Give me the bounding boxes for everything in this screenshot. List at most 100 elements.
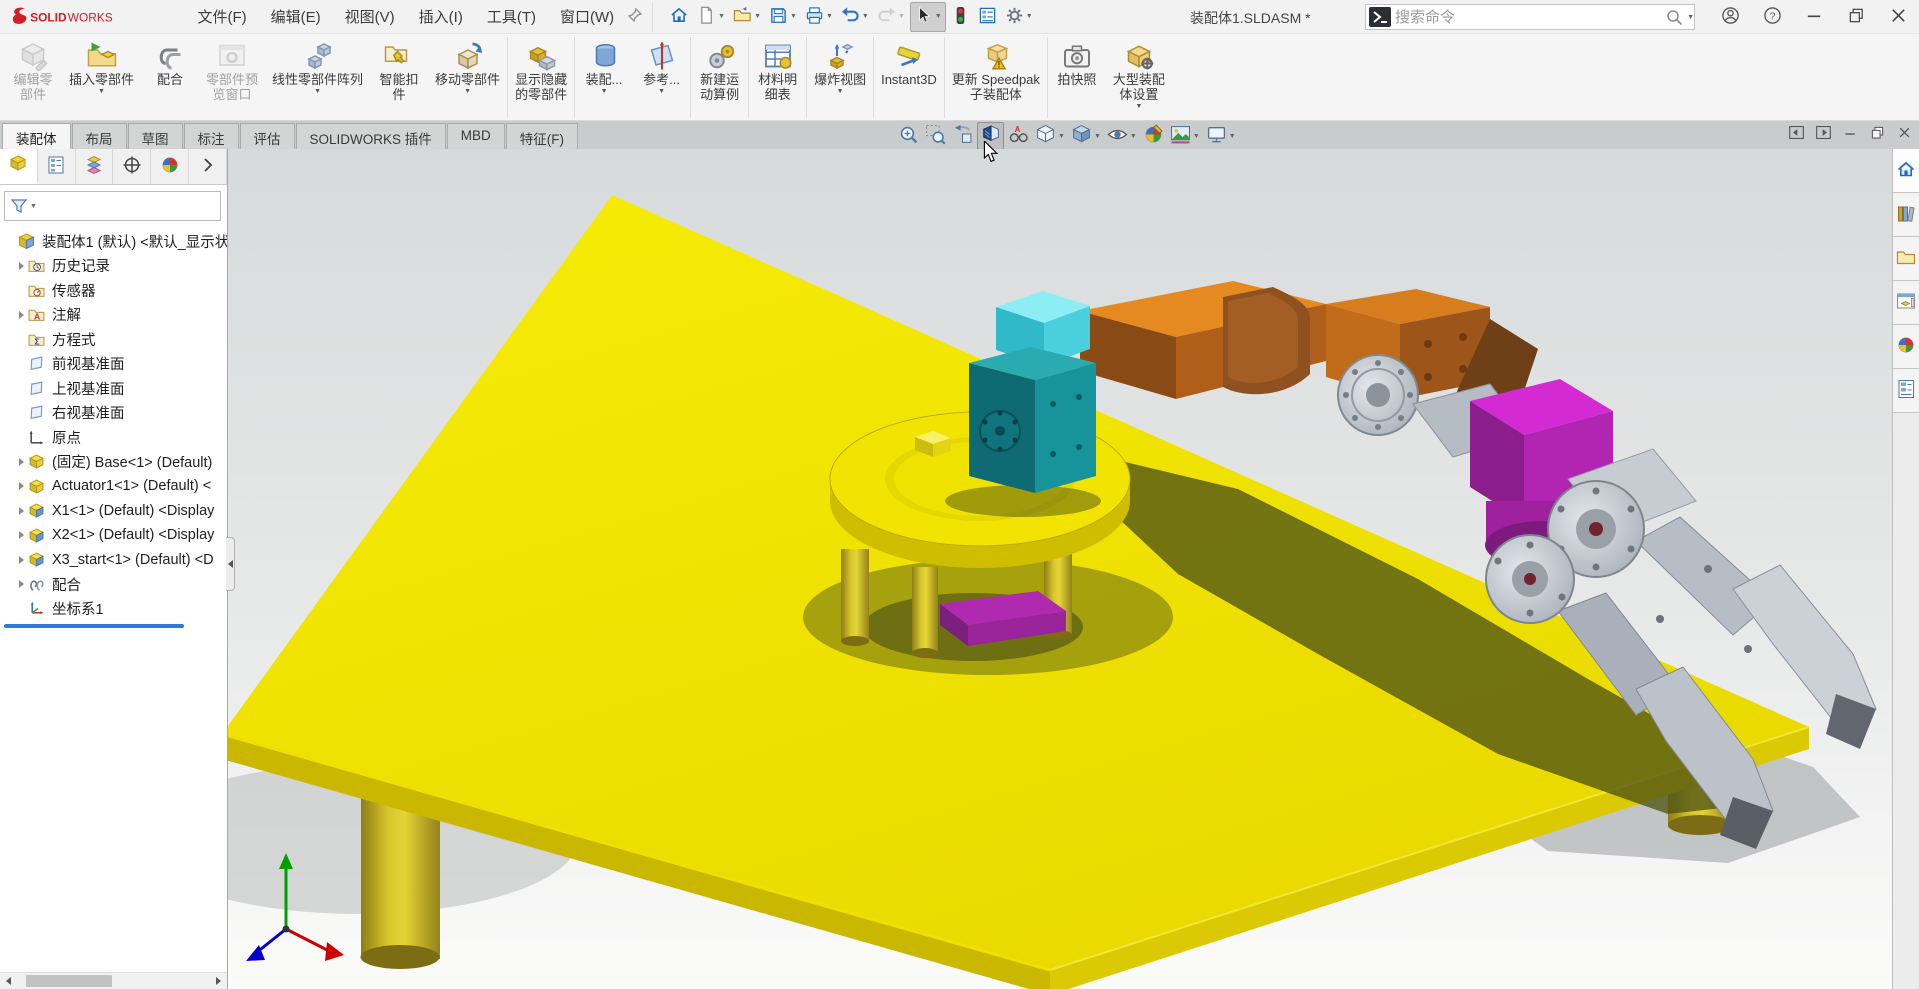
tree-filter[interactable]: ▼ [4, 191, 221, 221]
dropdown-arrow-icon[interactable]: ▼ [754, 13, 761, 20]
filter-input[interactable] [37, 199, 220, 214]
restore-button[interactable] [1835, 0, 1877, 34]
hide-show-items-button[interactable]: ▼ [1105, 123, 1139, 149]
tree-item-x3-start-1-default-d[interactable]: X3_start<1> (Default) <D [0, 548, 227, 573]
rebuild-traffic-light-button[interactable] [948, 3, 973, 31]
ribbon-instant3d-button[interactable]: Instant3D [874, 37, 945, 118]
taskpane-appearances-button[interactable] [1893, 325, 1919, 369]
taskpane-file-explorer-button[interactable] [1893, 237, 1919, 281]
tab-4[interactable]: 标注 [184, 123, 239, 149]
scroll-thumb[interactable] [26, 975, 112, 987]
ribbon-smart-fasteners-button[interactable]: 智能扣件 [370, 37, 428, 118]
dropdown-arrow-icon[interactable]: ▼ [1094, 133, 1101, 140]
taskpane-design-library-button[interactable] [1893, 193, 1919, 237]
tree-item-row-3[interactable]: A注解 [0, 303, 227, 328]
menu-item-1[interactable]: 文件(F) [188, 2, 257, 31]
dropdown-arrow-icon[interactable]: ▼ [790, 13, 797, 20]
dropdown-arrow-icon[interactable]: ▼ [98, 87, 105, 96]
dropdown-arrow-icon[interactable]: ▼ [862, 13, 869, 20]
scroll-left-arrow[interactable] [0, 973, 17, 989]
zoom-to-fit-button[interactable] [896, 123, 921, 149]
tab-8[interactable]: 特征(F) [506, 123, 578, 149]
tab-3[interactable]: 草图 [128, 123, 183, 149]
expand-arrow-icon[interactable] [14, 262, 28, 270]
doc-close-button[interactable] [1896, 124, 1913, 144]
pane-collapse-right-button[interactable] [1815, 124, 1832, 144]
dropdown-arrow-icon[interactable]: ▼ [1135, 102, 1142, 111]
open-button[interactable]: ▼ [730, 3, 764, 31]
expand-arrow-icon[interactable] [14, 507, 28, 515]
undo-button[interactable]: ▼ [838, 3, 872, 31]
ribbon-update-speedpak-button[interactable]: !更新 Speedpak子装配体 [945, 37, 1048, 118]
taskpane-view-palette-button[interactable] [1893, 281, 1919, 325]
dropdown-arrow-icon[interactable]: ▼ [826, 13, 833, 20]
dropdown-arrow-icon[interactable]: ▼ [1026, 13, 1033, 20]
tree-item-actuator1-1-default[interactable]: Actuator1<1> (Default) < [0, 474, 227, 499]
ribbon-motion-study-button[interactable]: 新建运动算例 [691, 37, 749, 118]
panel-tab-configurationmanager[interactable] [76, 149, 114, 184]
ribbon-mate-button[interactable]: 配合 [141, 37, 199, 118]
tree-item-row-6[interactable]: 上视基准面 [0, 376, 227, 401]
dropdown-arrow-icon[interactable]: ▼ [837, 87, 844, 96]
tree-item-row-5[interactable]: 前视基准面 [0, 352, 227, 377]
dropdown-arrow-icon[interactable]: ▼ [1193, 133, 1200, 140]
rollback-bar[interactable] [4, 624, 184, 628]
panel-splitter-grip[interactable] [226, 537, 235, 591]
user-account-button[interactable] [1709, 0, 1751, 34]
search-magnifier-icon[interactable] [1665, 8, 1683, 26]
tree-item-row-1[interactable]: 历史记录 [0, 254, 227, 279]
tree-item-1[interactable]: 坐标系1 [0, 597, 227, 622]
3d-scene[interactable] [228, 149, 1892, 989]
taskpane-tp-home-button[interactable] [1893, 149, 1919, 193]
expand-arrow-icon[interactable] [14, 580, 28, 588]
dropdown-arrow-icon[interactable]: ▼ [314, 87, 321, 96]
menu-item-2[interactable]: 编辑(E) [261, 2, 331, 31]
dropdown-arrow-icon[interactable]: ▼ [1058, 133, 1065, 140]
tree-item-x1-1-default-display[interactable]: X1<1> (Default) <Display [0, 499, 227, 524]
tree-item-row-2[interactable]: 传感器 [0, 278, 227, 303]
select-cursor-button[interactable]: ▼ [910, 2, 946, 32]
expand-arrow-icon[interactable] [14, 531, 28, 539]
dropdown-arrow-icon[interactable]: ▼ [1130, 133, 1137, 140]
search-input[interactable] [1395, 9, 1665, 26]
ribbon-move-component-button[interactable]: 移动零部件▼ [428, 37, 508, 118]
ribbon-reference-geometry-button[interactable]: 参考...▼ [633, 37, 691, 118]
doc-minimize-button[interactable] [1842, 124, 1859, 144]
print-button[interactable]: ▼ [802, 3, 836, 31]
tab-1[interactable]: 装配体 [2, 123, 71, 149]
robot-base-part[interactable] [969, 347, 1096, 493]
previous-view-button[interactable] [950, 123, 975, 149]
expand-arrow-icon[interactable] [14, 482, 28, 490]
display-style-button[interactable]: ▼ [1069, 123, 1103, 149]
expand-arrow-icon[interactable] [14, 556, 28, 564]
menu-item-3[interactable]: 视图(V) [335, 2, 405, 31]
pin-icon[interactable] [628, 8, 642, 25]
ribbon-assembly-features-button[interactable]: 装配...▼ [575, 37, 633, 118]
expand-arrow-icon[interactable] [14, 458, 28, 466]
menu-item-5[interactable]: 工具(T) [477, 2, 546, 31]
menu-item-6[interactable]: 窗口(W) [550, 2, 624, 31]
pane-collapse-left-button[interactable] [1788, 124, 1805, 144]
edit-appearance-button[interactable] [1141, 123, 1166, 149]
home-button[interactable] [667, 3, 692, 31]
tab-6[interactable]: SOLIDWORKS 插件 [296, 123, 446, 149]
panel-tab-propertymanager[interactable] [38, 149, 76, 184]
dropdown-arrow-icon[interactable]: ▼ [658, 87, 665, 96]
ribbon-show-hidden-button[interactable]: 显示隐藏的零部件 [508, 37, 575, 118]
tree-item-row-4[interactable]: Σ方程式 [0, 327, 227, 352]
ribbon-large-assembly-settings-button[interactable]: 大型装配体设置▼ [1106, 37, 1172, 118]
file-properties-button[interactable] [975, 3, 1000, 31]
options-gear-button[interactable]: ▼ [1002, 3, 1036, 31]
tab-2[interactable]: 布局 [72, 123, 127, 149]
tree-item-row-8[interactable]: 原点 [0, 425, 227, 450]
tree-item-row-7[interactable]: 右视基准面 [0, 401, 227, 426]
tree-item-row-14[interactable]: 配合 [0, 572, 227, 597]
scroll-right-arrow[interactable] [210, 973, 227, 989]
redo-button[interactable]: ▼ [874, 3, 908, 31]
tree-horizontal-scrollbar[interactable] [0, 972, 227, 989]
apply-scene-button[interactable]: ▼ [1168, 123, 1202, 149]
taskpane-custom-properties-button[interactable] [1893, 369, 1919, 413]
doc-restore-button[interactable] [1869, 124, 1886, 144]
ribbon-insert-component-button[interactable]: 插入零部件▼ [62, 37, 141, 118]
panel-tab-featuremanager[interactable] [0, 149, 38, 184]
